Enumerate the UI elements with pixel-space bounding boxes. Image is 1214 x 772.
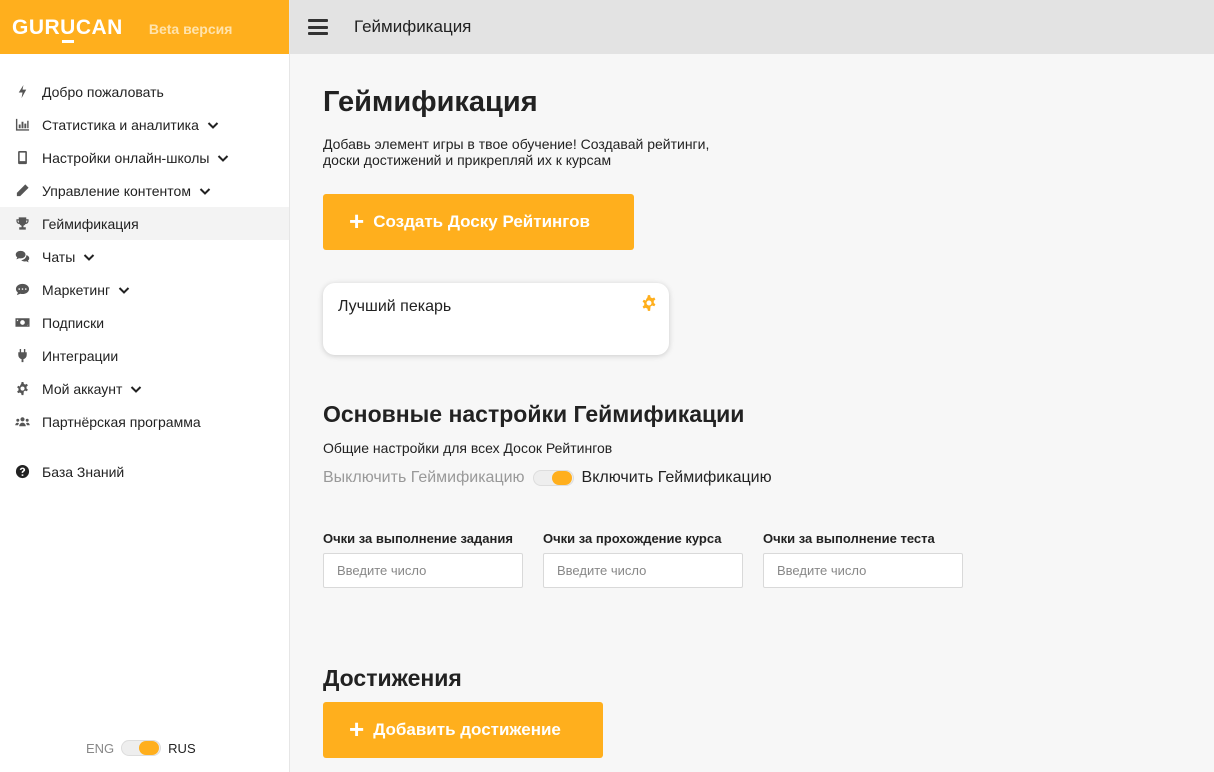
points-fields: Очки за выполнение задания Очки за прохо…	[323, 531, 1183, 588]
page-title: Геймификация	[323, 86, 538, 118]
sidebar-item-marketing[interactable]: Маркетинг	[0, 273, 289, 306]
sidebar-item-integrations[interactable]: Интеграции	[0, 339, 289, 372]
sidebar-item-label: Партнёрская программа	[42, 413, 201, 430]
chevron-down-icon[interactable]	[118, 284, 130, 296]
gamification-switch-row: Выключить Геймификацию Включить Геймифик…	[323, 469, 1183, 487]
page-description: Добавь элемент игры в твое обучение! Соз…	[323, 136, 710, 168]
rating-board-card[interactable]: Лучший пекарь	[323, 283, 669, 355]
users-icon	[14, 414, 30, 430]
switch-on-label[interactable]: Включить Геймификацию	[582, 469, 772, 487]
create-rating-board-button[interactable]: + Создать Доску Рейтингов	[323, 194, 634, 250]
sidebar-item-partners[interactable]: Партнёрская программа	[0, 405, 289, 438]
switch-off-label[interactable]: Выключить Геймификацию	[323, 469, 525, 487]
language-switcher: ENG RUS	[86, 740, 196, 756]
add-achievement-button[interactable]: + Добавить достижение	[323, 702, 603, 758]
gamification-toggle[interactable]	[532, 470, 574, 486]
sidebar-item-content[interactable]: Управление контентом	[0, 174, 289, 207]
sidebar-item-label: Чаты	[42, 248, 76, 265]
trophy-icon	[14, 216, 30, 232]
test-points-field: Очки за выполнение теста	[763, 531, 963, 588]
toggle-knob	[139, 741, 160, 755]
chevron-down-icon[interactable]	[199, 185, 211, 197]
task-points-label: Очки за выполнение задания	[323, 531, 513, 546]
lang-toggle[interactable]	[121, 740, 162, 756]
settings-title: Основные настройки Геймификации	[323, 401, 745, 427]
gear-icon	[14, 381, 30, 397]
sidebar-item-gamification[interactable]: Геймификация	[0, 207, 289, 240]
top-bar: Геймификация	[290, 0, 1214, 54]
money-icon	[14, 315, 30, 331]
top-bar-title: Геймификация	[354, 17, 472, 36]
sidebar-item-statistics[interactable]: Статистика и аналитика	[0, 108, 289, 141]
chevron-down-icon[interactable]	[130, 383, 142, 395]
gear-icon[interactable]	[640, 294, 658, 312]
menu-icon[interactable]	[308, 19, 328, 35]
phone-icon	[14, 150, 30, 166]
sidebar-item-knowledge-base[interactable]: База Знаний	[0, 455, 289, 488]
main-content: Геймификация Добавь элемент игры в твое …	[323, 54, 1183, 758]
logo[interactable]: GURUCAN	[12, 15, 123, 43]
chart-icon	[14, 117, 30, 133]
toggle-knob	[551, 471, 572, 485]
pencil-icon	[14, 183, 30, 199]
chat-icon	[14, 249, 30, 265]
course-points-input[interactable]	[543, 553, 743, 588]
sidebar-item-label: База Знаний	[42, 463, 125, 480]
question-icon	[14, 464, 30, 480]
logo-underline	[62, 39, 74, 43]
comment-icon	[14, 282, 30, 298]
sidebar-item-school-settings[interactable]: Настройки онлайн-школы	[0, 141, 289, 174]
sidebar-nav: Добро пожаловать Статистика и аналитика …	[0, 75, 289, 488]
chevron-down-icon[interactable]	[83, 251, 95, 263]
lang-rus-label[interactable]: RUS	[168, 741, 195, 756]
beta-label: Beta версия	[148, 20, 233, 37]
sidebar-item-label: Геймификация	[42, 215, 139, 232]
chevron-down-icon[interactable]	[217, 152, 229, 164]
lang-eng-label[interactable]: ENG	[86, 741, 114, 756]
chevron-down-icon[interactable]	[207, 119, 219, 131]
sidebar-item-chats[interactable]: Чаты	[0, 240, 289, 273]
create-rating-board-label: Создать Доску Рейтингов	[373, 212, 590, 231]
logo-text: GURUCAN	[12, 15, 123, 39]
sidebar-item-label: Маркетинг	[42, 281, 111, 298]
add-achievement-label: Добавить достижение	[373, 720, 561, 739]
sidebar: GURUCAN Beta версия Добро пожаловать Ста…	[0, 0, 290, 772]
plug-icon	[14, 348, 30, 364]
rating-board-name: Лучший пекарь	[338, 298, 452, 315]
sidebar-item-account[interactable]: Мой аккаунт	[0, 372, 289, 405]
course-points-label: Очки за прохождение курса	[543, 531, 722, 546]
sidebar-item-label: Подписки	[42, 314, 105, 331]
test-points-input[interactable]	[763, 553, 963, 588]
sidebar-item-label: Интеграции	[42, 347, 119, 364]
task-points-field: Очки за выполнение задания	[323, 531, 523, 588]
sidebar-item-label: Настройки онлайн-школы	[42, 149, 210, 166]
brand-header: GURUCAN Beta версия	[0, 0, 289, 54]
bolt-icon	[14, 84, 30, 100]
course-points-field: Очки за прохождение курса	[543, 531, 743, 588]
sidebar-item-welcome[interactable]: Добро пожаловать	[0, 75, 289, 108]
sidebar-item-label: Управление контентом	[42, 182, 191, 199]
plus-icon: +	[349, 714, 365, 744]
sidebar-item-label: Мой аккаунт	[42, 380, 123, 397]
test-points-label: Очки за выполнение теста	[763, 531, 935, 546]
plus-icon: +	[349, 206, 365, 236]
sidebar-item-label: Добро пожаловать	[42, 83, 164, 100]
settings-subtitle: Общие настройки для всех Досок Рейтингов	[323, 440, 613, 456]
sidebar-item-label: Статистика и аналитика	[42, 116, 199, 133]
achievements-title: Достижения	[323, 665, 462, 691]
sidebar-item-subscriptions[interactable]: Подписки	[0, 306, 289, 339]
task-points-input[interactable]	[323, 553, 523, 588]
